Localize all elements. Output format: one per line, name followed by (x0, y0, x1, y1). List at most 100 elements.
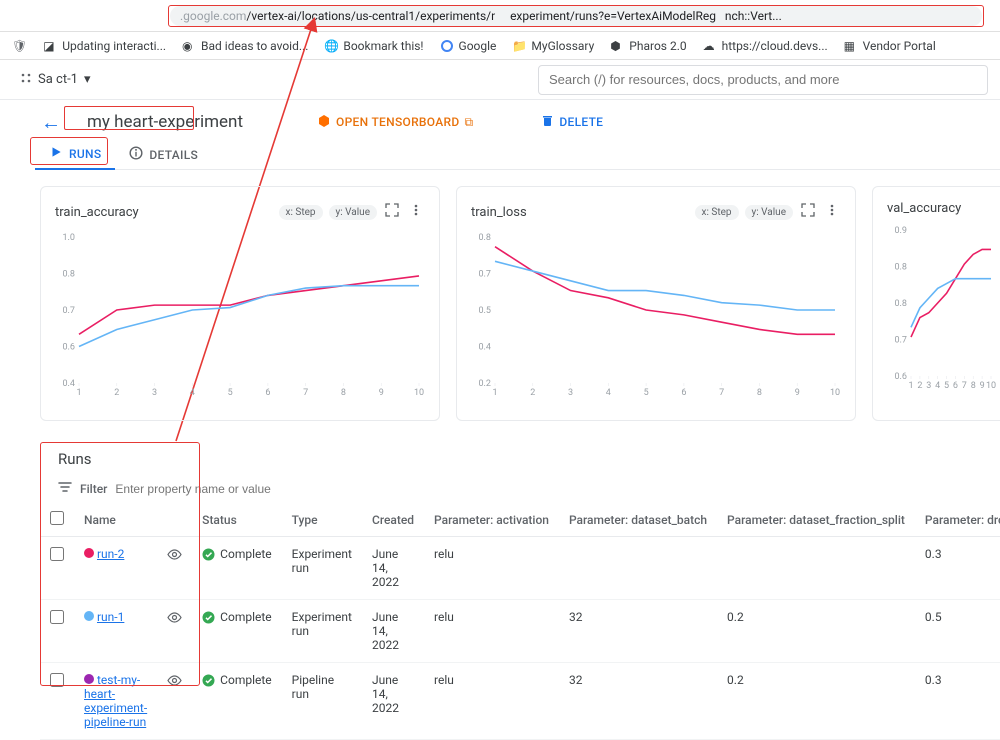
svg-text:1.0: 1.0 (63, 233, 76, 243)
svg-text:0.2: 0.2 (479, 379, 492, 389)
experiment-name: my heart-experiment (81, 110, 249, 134)
bookmark-item[interactable]: ◉Bad ideas to avoid... (182, 39, 308, 53)
chart-body: 0.60.70.80.80.912345678910 (887, 224, 997, 394)
type-cell: Pipeline run (282, 663, 362, 740)
shield-icon: 🛡 (12, 39, 27, 53)
chart-title: train_loss (471, 205, 527, 220)
col-name[interactable]: Name (74, 503, 157, 537)
svg-text:10: 10 (414, 388, 424, 398)
row-checkbox[interactable] (50, 547, 64, 561)
tensorboard-icon (317, 114, 331, 131)
svg-text:0.4: 0.4 (479, 343, 492, 353)
page-header: ← my heart-experiment OPEN TENSORBOARD ⧉… (35, 100, 1000, 144)
filter-row: Filter (40, 474, 1000, 503)
chart-title: train_accuracy (55, 205, 139, 220)
svg-text:7: 7 (719, 388, 724, 398)
svg-text:1: 1 (492, 388, 497, 398)
svg-text:0.5: 0.5 (479, 306, 492, 316)
url-mid: experiment/runs?e=VertexAiModelReg (510, 9, 716, 23)
x-axis-chip[interactable]: x: Step (279, 205, 323, 220)
check-circle-icon (202, 611, 215, 624)
created-cell: June 14, 2022 (362, 600, 424, 663)
run-link[interactable]: run-2 (97, 547, 124, 561)
svg-text:8: 8 (341, 388, 346, 398)
svg-text:9: 9 (980, 381, 985, 391)
more-icon[interactable] (823, 201, 841, 223)
grid-icon: ▦ (844, 39, 858, 53)
cloud-icon: ☁ (703, 39, 717, 53)
param-cell: 32 (559, 663, 717, 740)
search-input[interactable] (549, 72, 977, 87)
bookmark-item[interactable]: ▦Vendor Portal (844, 39, 936, 53)
bookmark-item[interactable]: ☁https://cloud.devs... (703, 39, 828, 53)
status-cell: Complete (202, 610, 272, 624)
svg-text:10: 10 (830, 388, 840, 398)
param-cell: relu (424, 537, 559, 600)
svg-text:0.6: 0.6 (895, 372, 908, 382)
visibility-icon[interactable] (167, 614, 182, 628)
col-batch[interactable]: Parameter: dataset_batch (559, 503, 717, 537)
svg-text:3: 3 (568, 388, 573, 398)
param-cell: 32 (559, 600, 717, 663)
open-tensorboard-button[interactable]: OPEN TENSORBOARD ⧉ (307, 108, 483, 137)
svg-text:9: 9 (795, 388, 800, 398)
search-box[interactable] (538, 65, 988, 95)
svg-text:8: 8 (971, 381, 976, 391)
row-checkbox[interactable] (50, 673, 64, 687)
svg-text:9: 9 (379, 388, 384, 398)
bookmark-item[interactable]: ◪Updating interacti... (43, 39, 166, 53)
check-circle-icon (202, 548, 215, 561)
svg-text:0.9: 0.9 (895, 226, 908, 236)
bookmark-item[interactable]: Google (440, 39, 497, 53)
runs-title: Runs (40, 442, 1000, 474)
delete-button[interactable]: DELETE (531, 108, 613, 136)
row-checkbox[interactable] (50, 610, 64, 624)
project-selector[interactable]: Sa ct-1 ▾ (12, 68, 99, 92)
y-axis-chip[interactable]: y: Value (745, 205, 793, 220)
url-prefix: .google.com (180, 9, 246, 23)
param-cell: relu (424, 600, 559, 663)
col-created[interactable]: Created (362, 503, 424, 537)
fullscreen-icon[interactable] (383, 201, 401, 223)
bookmark-item[interactable]: ⬢Pharos 2.0 (610, 39, 686, 53)
play-icon (49, 145, 63, 162)
back-arrow-icon[interactable]: ← (35, 104, 67, 141)
y-axis-chip[interactable]: y: Value (329, 205, 377, 220)
filter-icon[interactable] (58, 480, 72, 497)
chart-card-train-loss: train_loss x: Step y: Value 0.20.40.50.7… (456, 186, 856, 421)
tab-details[interactable]: DETAILS (115, 140, 212, 170)
chart-title: val_accuracy (887, 201, 961, 216)
url-path: /vertex-ai/locations/us-central1/experim… (246, 9, 495, 23)
visibility-icon[interactable] (167, 551, 182, 565)
visibility-icon[interactable] (167, 677, 182, 691)
runs-section: Runs Filter Name Status Type Created Par… (40, 442, 1000, 687)
run-link[interactable]: run-1 (97, 610, 124, 624)
google-icon (440, 39, 454, 53)
filter-input[interactable] (115, 482, 315, 496)
svg-text:3: 3 (926, 381, 931, 391)
filter-label: Filter (80, 482, 107, 496)
col-dropout[interactable]: Parameter: dropout_rate (915, 503, 1000, 537)
tabs: RUNS DETAILS (35, 140, 1000, 170)
x-axis-chip[interactable]: x: Step (695, 205, 739, 220)
col-type[interactable]: Type (282, 503, 362, 537)
type-cell: Experiment run (282, 537, 362, 600)
col-status[interactable]: Status (192, 503, 282, 537)
more-icon[interactable] (407, 201, 425, 223)
tab-runs[interactable]: RUNS (35, 140, 115, 170)
col-split[interactable]: Parameter: dataset_fraction_split (717, 503, 915, 537)
info-icon (129, 146, 143, 163)
col-activation[interactable]: Parameter: activation (424, 503, 559, 537)
svg-text:4: 4 (935, 381, 940, 391)
project-name: Sa ct-1 (38, 72, 78, 87)
bookmark-item[interactable]: 📁MyGlossary (512, 39, 594, 53)
url-box[interactable]: .google.com/vertex-ai/locations/us-centr… (170, 6, 982, 26)
svg-text:0.7: 0.7 (895, 336, 908, 346)
svg-text:7: 7 (303, 388, 308, 398)
select-all-checkbox[interactable] (50, 511, 64, 525)
run-link[interactable]: test-my-heart-experiment-pipeline-run (84, 673, 147, 729)
chrome-icon: ◉ (182, 39, 196, 53)
bookmark-item[interactable]: 🌐Bookmark this! (324, 39, 423, 53)
param-cell: 0.2 (717, 663, 915, 740)
fullscreen-icon[interactable] (799, 201, 817, 223)
